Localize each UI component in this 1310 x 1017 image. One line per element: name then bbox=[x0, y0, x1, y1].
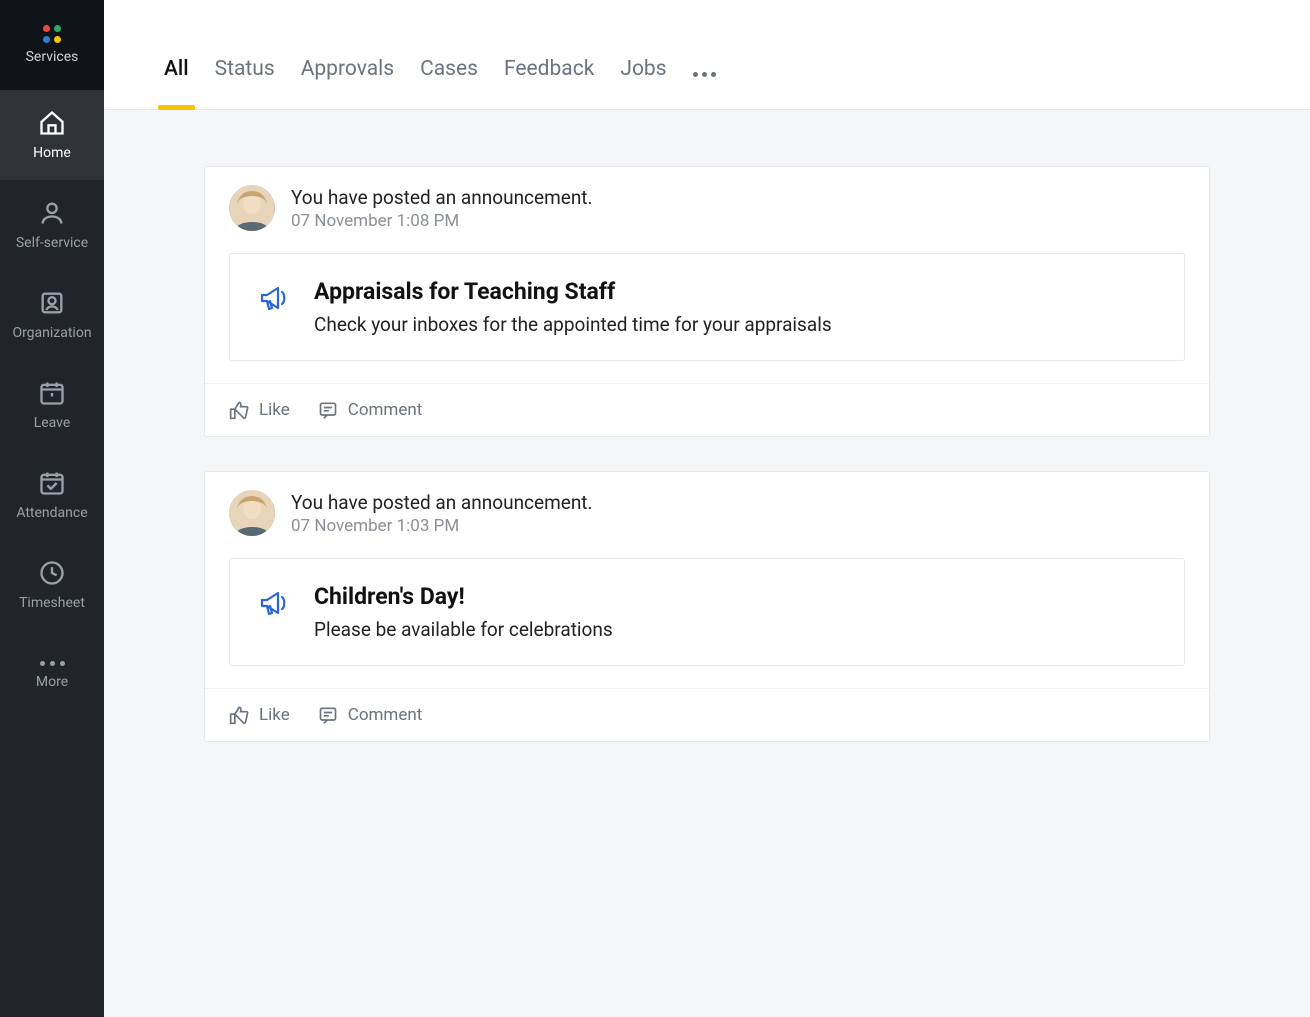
like-button[interactable]: Like bbox=[229, 705, 290, 725]
card-header: You have posted an announcement. 07 Nove… bbox=[205, 472, 1209, 546]
tabs-bar: All Status Approvals Cases Feedback Jobs bbox=[104, 0, 1310, 110]
sidebar-item-label: Leave bbox=[34, 415, 71, 431]
more-icon bbox=[40, 661, 65, 666]
calendar-check-icon bbox=[38, 469, 66, 497]
main-content: All Status Approvals Cases Feedback Jobs… bbox=[104, 0, 1310, 1017]
announcement-box: Appraisals for Teaching Staff Check your… bbox=[229, 253, 1185, 361]
comment-button[interactable]: Comment bbox=[318, 705, 423, 725]
tab-status[interactable]: Status bbox=[215, 57, 275, 109]
tab-cases[interactable]: Cases bbox=[420, 57, 478, 109]
tab-approvals[interactable]: Approvals bbox=[301, 57, 394, 109]
sidebar-item-label: Self-service bbox=[16, 235, 88, 251]
sidebar-item-label: Attendance bbox=[16, 505, 87, 521]
comment-button[interactable]: Comment bbox=[318, 400, 423, 420]
tab-jobs[interactable]: Jobs bbox=[620, 57, 666, 109]
tab-all[interactable]: All bbox=[164, 57, 189, 109]
clock-icon bbox=[38, 559, 66, 587]
sidebar-item-organization[interactable]: Organization bbox=[0, 270, 104, 360]
card-header-text: You have posted an announcement. bbox=[291, 186, 593, 209]
sidebar-item-self-service[interactable]: Self-service bbox=[0, 180, 104, 270]
services-label: Services bbox=[26, 49, 79, 65]
megaphone-icon bbox=[258, 587, 290, 619]
sidebar-item-timesheet[interactable]: Timesheet bbox=[0, 540, 104, 630]
megaphone-icon bbox=[258, 282, 290, 314]
sidebar-item-label: Timesheet bbox=[19, 595, 85, 611]
comment-label: Comment bbox=[348, 705, 423, 725]
sidebar-item-home[interactable]: Home bbox=[0, 90, 104, 180]
calendar-alert-icon bbox=[38, 379, 66, 407]
app-logo-icon bbox=[38, 25, 66, 43]
sidebar-item-leave[interactable]: Leave bbox=[0, 360, 104, 450]
tab-feedback[interactable]: Feedback bbox=[504, 57, 594, 109]
sidebar: Services Home Self-service Organization … bbox=[0, 0, 104, 1017]
card-timestamp: 07 November 1:03 PM bbox=[291, 516, 593, 536]
announcement-title: Appraisals for Teaching Staff bbox=[314, 278, 832, 305]
like-label: Like bbox=[259, 705, 290, 725]
avatar[interactable] bbox=[229, 490, 275, 536]
card-actions: Like Comment bbox=[205, 383, 1209, 436]
services-button[interactable]: Services bbox=[0, 0, 104, 90]
like-button[interactable]: Like bbox=[229, 400, 290, 420]
like-label: Like bbox=[259, 400, 290, 420]
announcement-body: Please be available for celebrations bbox=[314, 618, 613, 641]
org-icon bbox=[38, 289, 66, 317]
user-icon bbox=[38, 199, 66, 227]
avatar[interactable] bbox=[229, 185, 275, 231]
card-header-text: You have posted an announcement. bbox=[291, 491, 593, 514]
activity-feed[interactable]: You have posted an announcement. 07 Nove… bbox=[104, 110, 1310, 1017]
tab-more[interactable] bbox=[693, 72, 716, 109]
announcement-box: Children's Day! Please be available for … bbox=[229, 558, 1185, 666]
comment-label: Comment bbox=[348, 400, 423, 420]
sidebar-item-more[interactable]: More bbox=[0, 630, 104, 720]
sidebar-item-label: Home bbox=[33, 145, 71, 161]
sidebar-item-label: Organization bbox=[12, 325, 91, 341]
feed-card: You have posted an announcement. 07 Nove… bbox=[204, 166, 1210, 437]
announcement-body: Check your inboxes for the appointed tim… bbox=[314, 313, 832, 336]
feed-card: You have posted an announcement. 07 Nove… bbox=[204, 471, 1210, 742]
sidebar-item-attendance[interactable]: Attendance bbox=[0, 450, 104, 540]
card-actions: Like Comment bbox=[205, 688, 1209, 741]
announcement-title: Children's Day! bbox=[314, 583, 613, 610]
sidebar-item-label: More bbox=[36, 674, 68, 690]
card-header: You have posted an announcement. 07 Nove… bbox=[205, 167, 1209, 241]
home-icon bbox=[38, 109, 66, 137]
card-timestamp: 07 November 1:08 PM bbox=[291, 211, 593, 231]
